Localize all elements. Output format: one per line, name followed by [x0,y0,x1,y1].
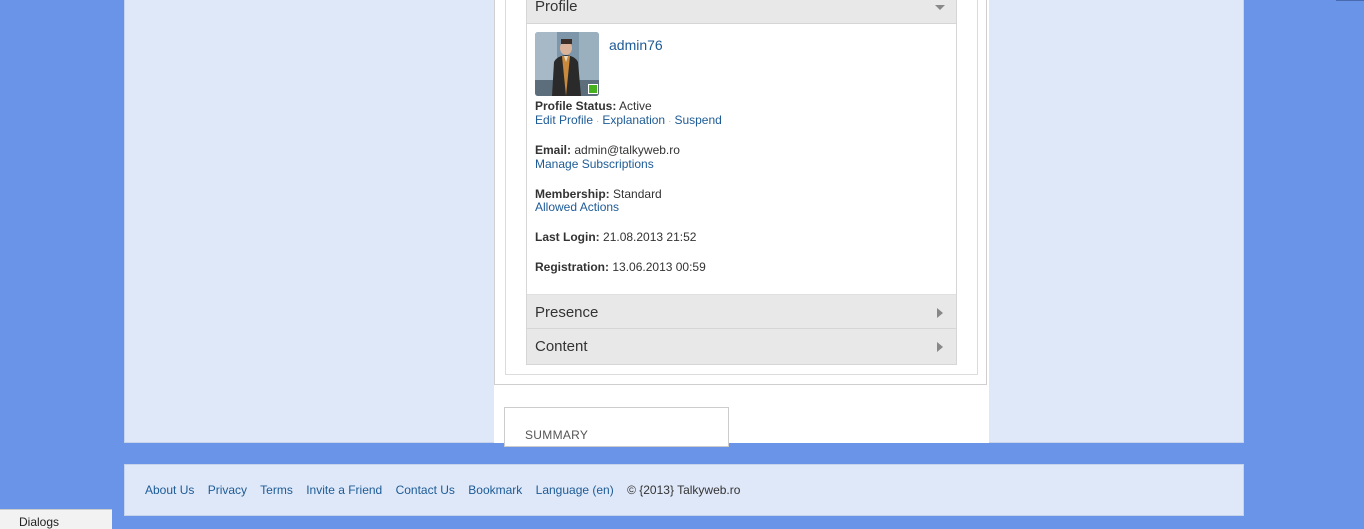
profile-section-header[interactable]: Profile [527,0,956,24]
footer-copyright: © {2013} Talkyweb.ro [627,483,741,497]
footer-link-invite-a-friend[interactable]: Invite a Friend [306,483,382,497]
last-login-label: Last Login: [535,230,600,244]
presence-section-header[interactable]: Presence [527,294,956,329]
chevron-right-icon [937,308,943,318]
allowed-actions-row: Allowed Actions [535,200,619,214]
online-status-indicator [588,84,598,94]
footer-link-contact-us[interactable]: Contact Us [396,483,455,497]
footer-link-bookmark[interactable]: Bookmark [468,483,522,497]
manage-subscriptions-row: Manage Subscriptions [535,157,654,171]
registration-value: 13.06.2013 00:59 [612,260,706,274]
registration-row: Registration: 13.06.2013 00:59 [535,260,706,274]
footer-link-privacy[interactable]: Privacy [208,483,247,497]
summary-title: SUMMARY [525,428,589,442]
profile-actions-row: Edit Profile · Explanation · Suspend [535,113,722,127]
registration-label: Registration: [535,260,610,274]
membership-row: Membership: Standard [535,187,662,201]
summary-box: SUMMARY [504,407,729,447]
footer: About Us Privacy Terms Invite a Friend C… [124,464,1244,516]
footer-link-language[interactable]: Language (en) [536,483,614,497]
content-section-title: Content [535,338,588,355]
email-label: Email: [535,143,572,157]
presence-section-title: Presence [535,304,599,321]
avatar[interactable] [535,32,599,96]
chevron-down-icon [935,5,945,10]
last-login-row: Last Login: 21.08.2013 21:52 [535,230,696,244]
footer-link-terms[interactable]: Terms [260,483,293,497]
separator-dot: · [596,116,600,127]
edit-profile-link[interactable]: Edit Profile [535,113,593,127]
email-row: Email: admin@talkyweb.ro [535,143,680,157]
last-login-value: 21.08.2013 21:52 [603,230,697,244]
profile-accordion: Profile admin76 Profile Status: Active E… [526,0,957,365]
footer-link-about-us[interactable]: About Us [145,483,194,497]
footer-links: About Us Privacy Terms Invite a Friend C… [145,483,740,497]
chevron-right-icon [937,342,943,352]
dialogs-tab-label: Dialogs [19,515,60,529]
profile-status-row: Profile Status: Active [535,99,652,113]
dialogs-tab[interactable]: Dialogs [0,509,112,529]
allowed-actions-link[interactable]: Allowed Actions [535,200,619,214]
username-link[interactable]: admin76 [609,37,663,53]
membership-label: Membership: [535,187,610,201]
membership-value: Standard [613,187,662,201]
email-value: admin@talkyweb.ro [574,143,680,157]
profile-section-title: Profile [535,0,578,15]
manage-subscriptions-link[interactable]: Manage Subscriptions [535,157,654,171]
profile-status-value: Active [619,99,652,113]
profile-status-label: Profile Status: [535,99,617,113]
content-section-header[interactable]: Content [527,329,956,364]
suspend-link[interactable]: Suspend [674,113,721,127]
corner-mark [1336,0,1364,1]
explanation-link[interactable]: Explanation [602,113,665,127]
